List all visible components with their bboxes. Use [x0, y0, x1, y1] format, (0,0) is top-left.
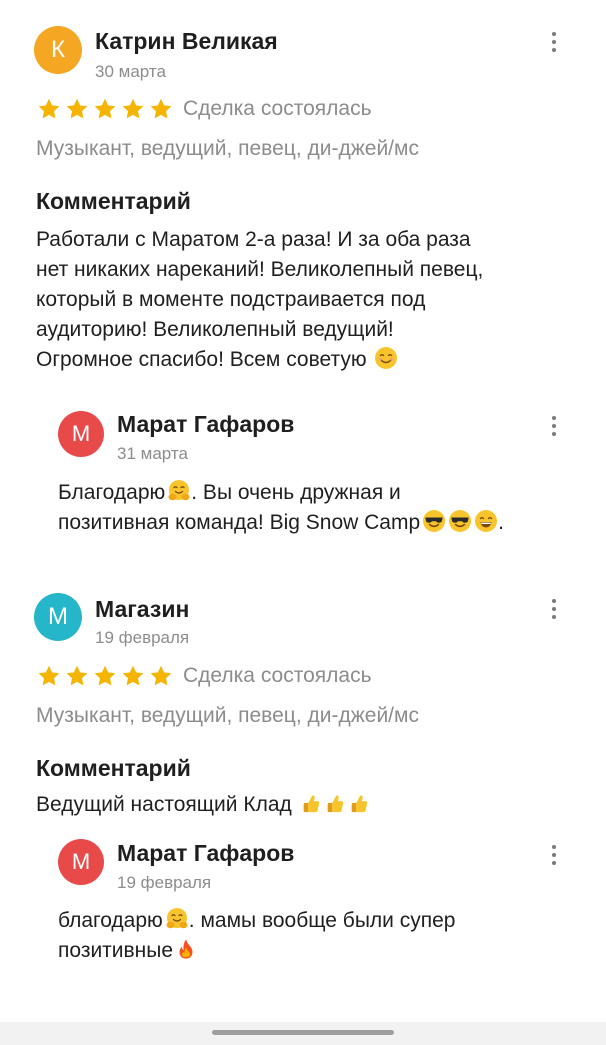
comment-line: нет никаких нареканий! Великолепный певе… — [36, 258, 484, 281]
reply-date: 31 марта — [117, 444, 188, 463]
comment-text: Работали с Маратом 2-а раза! И за оба ра… — [36, 225, 483, 375]
reply-text: благодарю . мамы вообще были супер позити… — [58, 906, 455, 966]
hugging-face-icon — [167, 479, 191, 503]
avatar[interactable]: К — [34, 26, 82, 74]
comment-line: Ведущий настоящий Клад — [36, 790, 370, 820]
reply-line-text: . — [498, 511, 504, 534]
more-vertical-icon[interactable] — [548, 843, 560, 867]
comment-line: Работали с Маратом 2-а раза! И за оба ра… — [36, 228, 471, 251]
review-date: 30 марта — [95, 62, 166, 81]
star-icon — [120, 97, 146, 121]
comment-line-text: Ведущий настоящий Клад — [36, 793, 292, 816]
reply-line-text: . мамы вообще были супер — [188, 909, 456, 932]
more-vertical-icon[interactable] — [548, 414, 560, 438]
reply-line-text: . Вы очень дружная и — [191, 481, 401, 504]
rating-stars — [36, 97, 176, 121]
rating-stars — [36, 664, 176, 688]
reply-author-name[interactable]: Марат Гафаров — [117, 411, 294, 438]
thumbs-up-icon — [348, 791, 370, 815]
reply-line-text: позитивные — [58, 939, 174, 962]
deal-status: Сделка состоялась — [183, 664, 372, 687]
deal-status: Сделка состоялась — [183, 97, 372, 120]
home-indicator[interactable] — [212, 1030, 394, 1035]
service-category: Музыкант, ведущий, певец, ди-джей/мс — [36, 704, 419, 727]
reviews-screen: К Катрин Великая 30 марта Сделка состоял… — [0, 0, 606, 1045]
star-icon — [120, 664, 146, 688]
star-icon — [148, 664, 174, 688]
smiling-face-icon — [374, 346, 398, 370]
comment-line: аудиторию! Великолепный ведущий! — [36, 318, 394, 341]
reply-line-text: позитивная команда! Big Snow Camp — [58, 511, 421, 534]
review-author-name[interactable]: Катрин Великая — [95, 28, 278, 55]
more-vertical-icon[interactable] — [548, 30, 560, 54]
comment-line: который в моменте подстраивается под — [36, 288, 426, 311]
reply-line: позитивная команда! Big Snow Camp. — [58, 508, 504, 538]
thumbs-up-icon — [300, 791, 322, 815]
star-icon — [36, 664, 62, 688]
reply-author-name[interactable]: Марат Гафаров — [117, 840, 294, 867]
reply-text: Благодарю . Вы очень дружная и позитивная… — [58, 478, 504, 538]
comment-line-text: Огромное спасибо! Всем советую — [36, 348, 367, 371]
comment-heading: Комментарий — [36, 755, 191, 781]
star-icon — [36, 97, 62, 121]
service-category: Музыкант, ведущий, певец, ди-джей/мс — [36, 137, 419, 160]
reply-line-text: благодарю — [58, 909, 163, 932]
reply-line: позитивные — [58, 936, 455, 966]
thumbs-up-icon — [324, 791, 346, 815]
reply-line: благодарю . мамы вообще были супер — [58, 906, 455, 936]
review-date: 19 февраля — [95, 628, 190, 647]
fire-icon — [175, 937, 197, 961]
comment-text: Ведущий настоящий Клад — [36, 790, 370, 820]
star-icon — [64, 97, 90, 121]
avatar[interactable]: М — [34, 593, 82, 641]
star-icon — [148, 97, 174, 121]
sunglasses-face-icon — [422, 509, 446, 533]
star-icon — [64, 664, 90, 688]
avatar[interactable]: М — [58, 411, 104, 457]
reply-line-text: Благодарю — [58, 481, 166, 504]
review-author-name[interactable]: Магазин — [95, 596, 189, 623]
sunglasses-face-icon — [448, 509, 472, 533]
hugging-face-icon — [165, 907, 189, 931]
more-vertical-icon[interactable] — [548, 597, 560, 621]
star-icon — [92, 97, 118, 121]
reply-date: 19 февраля — [117, 873, 212, 892]
grinning-face-icon — [474, 509, 498, 533]
comment-heading: Комментарий — [36, 188, 191, 214]
avatar[interactable]: М — [58, 839, 104, 885]
star-icon — [92, 664, 118, 688]
reply-line: Благодарю . Вы очень дружная и — [58, 478, 504, 508]
comment-line: Огромное спасибо! Всем советую — [36, 345, 483, 375]
system-navigation-bar — [0, 1022, 606, 1045]
